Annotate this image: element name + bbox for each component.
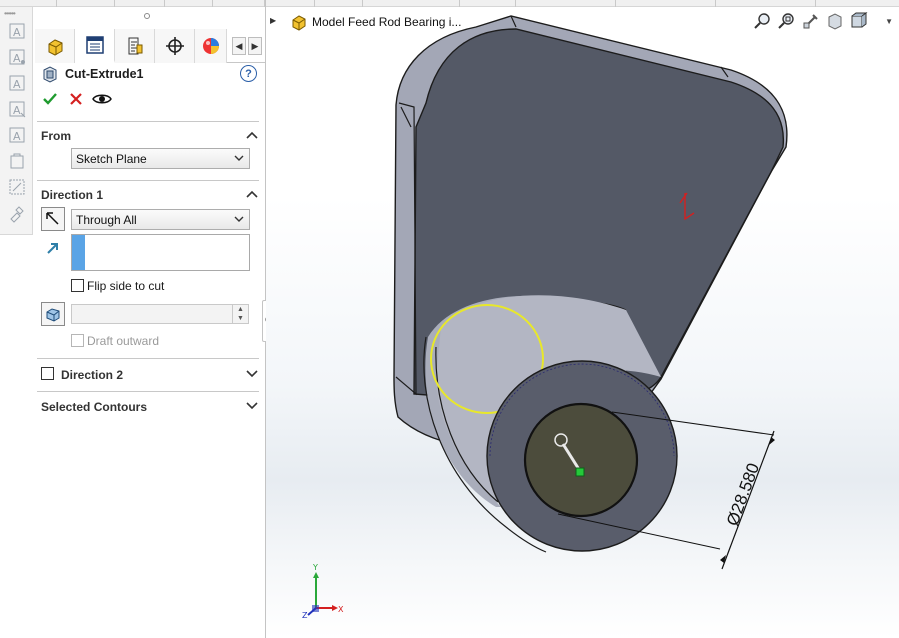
- expand-arrow-icon[interactable]: ▶: [270, 16, 276, 25]
- tab-property-manager[interactable]: [75, 29, 115, 63]
- note-icon[interactable]: A: [7, 47, 27, 67]
- flip-side-label: Flip side to cut: [87, 279, 165, 293]
- tab-scroll-left-icon[interactable]: ◀: [232, 37, 246, 55]
- eye-icon: [92, 94, 112, 104]
- from-section-header[interactable]: From: [41, 127, 259, 145]
- draft-toggle-button[interactable]: [41, 302, 65, 326]
- tab-dimxpert-manager[interactable]: [155, 29, 195, 63]
- weld-symbol-icon[interactable]: [7, 151, 27, 171]
- draft-outward-label: Draft outward: [87, 334, 160, 348]
- spin-up-icon[interactable]: ▲: [233, 305, 248, 314]
- selected-contours-section-header[interactable]: Selected Contours: [41, 398, 259, 416]
- selected-contours-title: Selected Contours: [41, 400, 148, 414]
- smart-dimension-icon[interactable]: A: [7, 21, 27, 41]
- manager-tabs: ◀ ▶: [35, 29, 265, 63]
- direction-of-extrusion-icon: [47, 243, 58, 254]
- section-view-icon[interactable]: [825, 11, 845, 31]
- direction2-section-title: Direction 2: [61, 368, 124, 382]
- property-manager-panel: ◀ ▶ Cut-Extrude1 ? From Sketch Plane Dir…: [33, 7, 265, 638]
- crosshair-icon: [165, 37, 184, 55]
- feature-title: Cut-Extrude1: [65, 67, 144, 81]
- reverse-direction-icon: [46, 212, 59, 225]
- sketch-tools-icon[interactable]: [7, 203, 27, 223]
- svg-text:A: A: [13, 130, 21, 143]
- direction2-section-header[interactable]: Direction 2: [61, 366, 259, 384]
- end-condition-value: Through All: [76, 213, 137, 227]
- selection-focus-indicator: [72, 235, 85, 270]
- configuration-icon: [128, 37, 142, 55]
- center-point-icon: [575, 467, 585, 477]
- part-icon: [48, 39, 62, 56]
- feature-actions: [40, 89, 130, 111]
- property-manager-icon: [85, 35, 104, 54]
- reverse-direction-button[interactable]: [41, 207, 65, 231]
- part-icon: [292, 15, 306, 31]
- heads-up-view-toolbar: ▼: [753, 11, 893, 33]
- chevron-down-icon[interactable]: [245, 367, 259, 381]
- close-icon: [70, 93, 82, 105]
- spin-down-icon[interactable]: ▼: [233, 314, 248, 323]
- part-name[interactable]: Model Feed Rod Bearing i...: [312, 15, 461, 29]
- surface-finish-icon[interactable]: A: [7, 125, 27, 145]
- appearance-ball-icon: [202, 38, 219, 54]
- start-condition-select[interactable]: Sketch Plane: [71, 148, 250, 169]
- cut-extrude-icon: [43, 66, 57, 83]
- direction-selection-box[interactable]: [71, 234, 250, 271]
- svg-text:A: A: [13, 52, 21, 65]
- panel-grip[interactable]: [144, 13, 150, 19]
- tab-configuration-manager[interactable]: [115, 29, 155, 63]
- model-rendering[interactable]: Ø28.580: [266, 7, 899, 638]
- view-orientation-dropdown-icon[interactable]: ▼: [885, 17, 893, 26]
- zoom-to-area-icon[interactable]: [777, 11, 797, 31]
- svg-text:A: A: [13, 78, 21, 91]
- zoom-to-fit-icon[interactable]: [753, 11, 773, 31]
- hole-sketch-circle[interactable]: [523, 402, 639, 518]
- datum-feature-icon[interactable]: [7, 177, 27, 197]
- from-section-title: From: [41, 129, 71, 143]
- feature-header: Cut-Extrude1 ?: [41, 65, 257, 85]
- chevron-down-icon: [234, 216, 244, 222]
- draft-angle-stepper[interactable]: ▲ ▼: [232, 305, 248, 323]
- reference-triad: Y X Z: [302, 563, 344, 618]
- svg-text:A: A: [13, 104, 21, 117]
- draft-angle-input[interactable]: ▲ ▼: [71, 304, 249, 324]
- direction1-section-header[interactable]: Direction 1: [41, 186, 259, 204]
- chevron-down-icon: [234, 155, 244, 161]
- end-condition-select[interactable]: Through All: [71, 209, 250, 230]
- flip-side-checkbox[interactable]: [71, 279, 84, 292]
- draft-outward-checkbox[interactable]: [71, 334, 84, 347]
- tab-display-manager[interactable]: [195, 29, 227, 63]
- help-icon[interactable]: ?: [240, 65, 257, 82]
- ok-button[interactable]: [40, 89, 60, 109]
- start-condition-value: Sketch Plane: [76, 152, 147, 166]
- preview-button[interactable]: [91, 89, 113, 109]
- svg-text:A: A: [13, 26, 21, 39]
- direction1-section-title: Direction 1: [41, 188, 104, 202]
- top-toolbar-strip: [0, 0, 899, 7]
- tab-scroll-right-icon[interactable]: ▶: [248, 37, 262, 55]
- sketch-tools-toolbar: •••••• A A A A A: [0, 7, 33, 235]
- draft-icon: [46, 308, 60, 322]
- cancel-button[interactable]: [66, 89, 86, 109]
- view-orientation-icon[interactable]: [849, 11, 869, 31]
- checkmark-icon: [43, 93, 57, 105]
- tab-feature-manager[interactable]: [35, 29, 75, 63]
- chevron-up-icon[interactable]: [245, 128, 259, 142]
- chevron-down-icon[interactable]: [245, 399, 259, 413]
- previous-view-icon[interactable]: [801, 11, 821, 31]
- graphics-area[interactable]: Ø28.580 ▶ Model Feed Rod Bearing i... ▼ …: [266, 7, 899, 638]
- svg-text:X: X: [338, 605, 344, 614]
- diameter-dimension[interactable]: Ø28.580: [723, 461, 763, 529]
- auto-balloon-icon[interactable]: A: [7, 99, 27, 119]
- balloon-icon[interactable]: A: [7, 73, 27, 93]
- direction2-checkbox[interactable]: [41, 367, 54, 380]
- svg-text:Z: Z: [302, 611, 308, 618]
- toolbar-grip[interactable]: ••••••: [4, 9, 16, 18]
- chevron-up-icon[interactable]: [245, 187, 259, 201]
- svg-text:Y: Y: [312, 563, 318, 572]
